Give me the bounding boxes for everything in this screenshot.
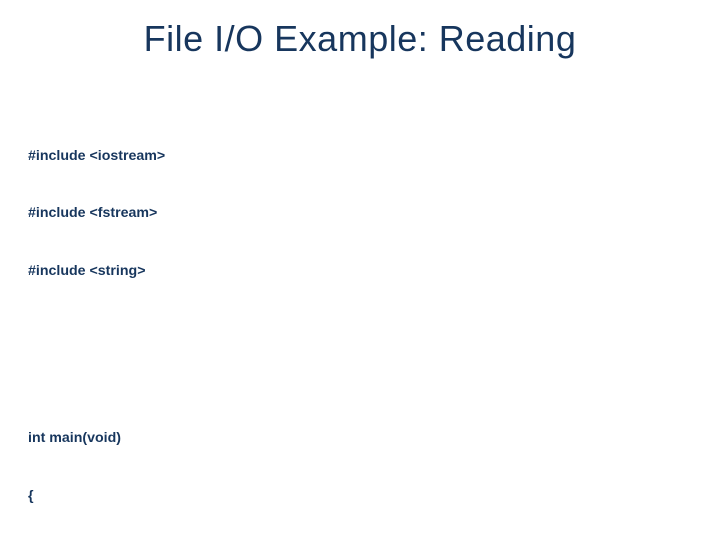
main-decl-block: int main(void) { ifstream open. File(“da… bbox=[28, 391, 692, 540]
includes-block: #include <iostream> #include <fstream> #… bbox=[28, 108, 692, 319]
code-line: { bbox=[28, 487, 692, 506]
page-title: File I/O Example: Reading bbox=[28, 18, 692, 60]
code-line: int main(void) bbox=[28, 429, 692, 448]
code-line: #include <string> bbox=[28, 262, 692, 281]
code-line: #include <fstream> bbox=[28, 204, 692, 223]
code-block: #include <iostream> #include <fstream> #… bbox=[28, 70, 692, 540]
slide: File I/O Example: Reading #include <iost… bbox=[0, 0, 720, 540]
code-line: #include <iostream> bbox=[28, 147, 692, 166]
